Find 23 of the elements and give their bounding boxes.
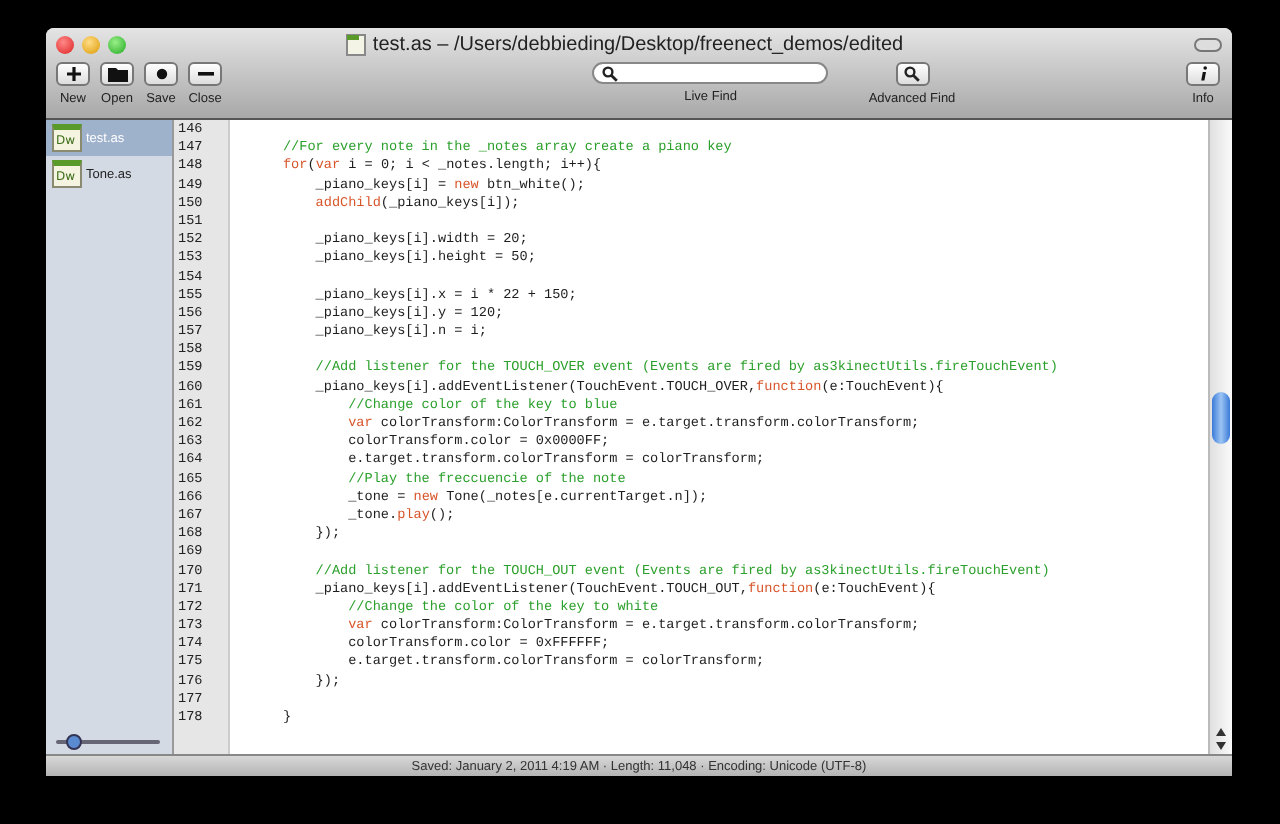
scroll-down-icon[interactable] [1216,742,1226,750]
save-button[interactable] [144,62,178,86]
scroll-up-icon[interactable] [1216,728,1226,736]
vertical-scrollbar[interactable] [1208,120,1232,754]
scrollbar-thumb[interactable] [1212,392,1230,445]
open-button[interactable] [100,62,134,86]
document-icon [346,33,367,55]
window-title: test.as – /Users/debbieding/Desktop/freenect_demos/edited [372,33,904,55]
search-field[interactable] [592,62,829,84]
search-icon [602,65,619,81]
close-button[interactable] [188,62,222,86]
info-button[interactable] [1186,62,1220,86]
minus-icon [197,72,213,76]
slider-thumb[interactable] [65,734,82,750]
toolbar-toggle-button[interactable] [1194,37,1222,51]
info-icon [1197,66,1209,82]
new-button[interactable] [56,62,90,86]
folder-icon [107,66,127,82]
advanced-find-button[interactable] [895,62,929,86]
search-icon [904,66,920,82]
close-window-button[interactable] [56,35,74,53]
dot-icon [155,68,167,80]
plus-icon [65,66,81,82]
